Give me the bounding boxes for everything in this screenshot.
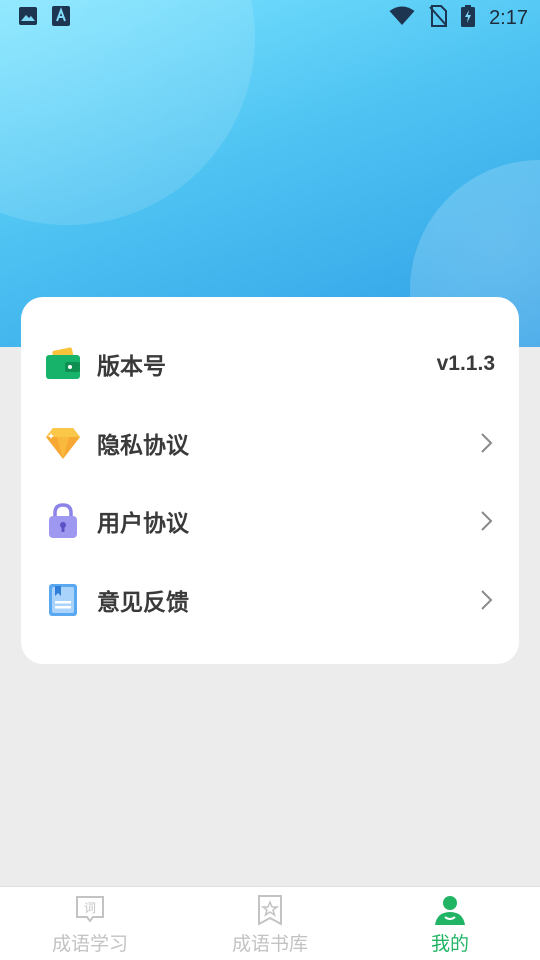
settings-row-user-agreement[interactable]: 用户协议	[21, 482, 519, 561]
privacy-label: 隐私协议	[97, 432, 189, 459]
tab-idiom-learning[interactable]: 词 成语学习	[0, 887, 180, 960]
bottom-tab-bar: 词 成语学习 成语书库 我的	[0, 886, 540, 960]
settings-row-version[interactable]: 版本号 v1.1.3	[21, 325, 519, 404]
chevron-right-icon	[477, 509, 495, 533]
status-time: 2:17	[489, 6, 528, 29]
status-bar: 2:17	[0, 0, 540, 36]
diamond-icon	[45, 425, 81, 461]
header-background	[0, 0, 540, 347]
tab-label: 成语书库	[231, 933, 308, 955]
tab-label: 我的	[430, 933, 469, 955]
notebook-icon	[45, 582, 81, 618]
feedback-label: 意见反馈	[97, 589, 189, 616]
settings-row-privacy[interactable]: 隐私协议	[21, 404, 519, 483]
no-sim-icon	[429, 5, 448, 31]
tab-mine[interactable]: 我的	[360, 887, 540, 960]
wifi-icon	[389, 6, 415, 30]
version-value: v1.1.3	[436, 352, 495, 376]
settings-row-feedback[interactable]: 意见反馈	[21, 561, 519, 640]
wallet-icon	[45, 346, 81, 382]
settings-card: 版本号 v1.1.3 隐私协议 用户协议 意见反馈	[21, 297, 519, 664]
image-icon	[18, 6, 38, 30]
bookmark-star-icon	[254, 894, 286, 926]
chevron-right-icon	[477, 431, 495, 455]
font-a-icon	[52, 6, 70, 30]
word-bubble-icon: 词	[74, 894, 106, 926]
chevron-right-icon	[477, 588, 495, 612]
battery-charging-icon	[461, 5, 476, 31]
user-icon	[434, 894, 466, 926]
user-agreement-label: 用户协议	[97, 511, 189, 538]
version-label: 版本号	[97, 354, 166, 381]
word-icon-glyph: 词	[84, 901, 96, 915]
tab-label: 成语学习	[51, 933, 128, 955]
tab-idiom-library[interactable]: 成语书库	[180, 887, 360, 960]
lock-icon	[45, 503, 81, 539]
